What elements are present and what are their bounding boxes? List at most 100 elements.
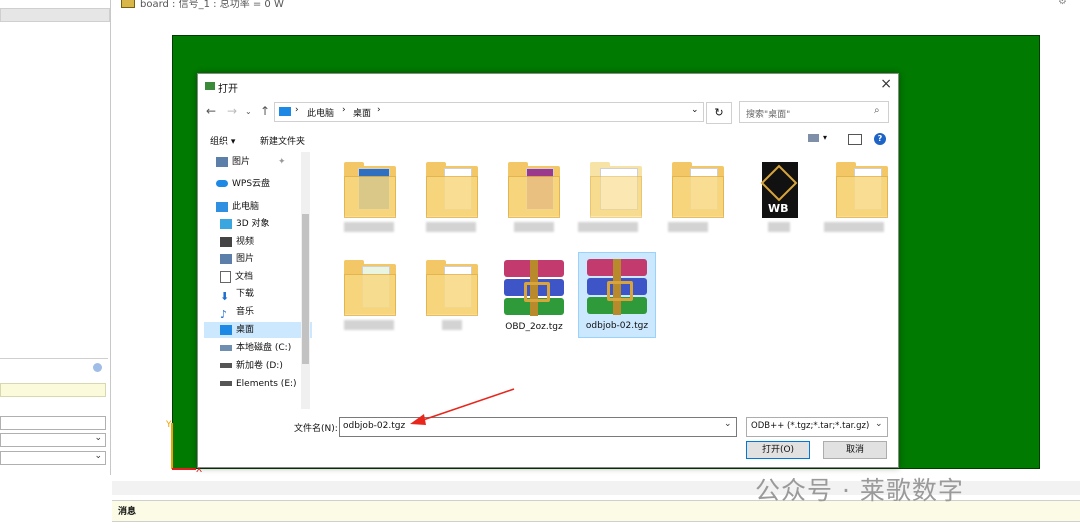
file-item[interactable]: WB: [742, 156, 818, 240]
cloud-icon: [216, 180, 228, 187]
drive-icon: [220, 344, 232, 351]
message-label: 消息: [118, 507, 137, 517]
chevron-down-icon[interactable]: ⌄: [724, 419, 732, 429]
nav-item-pictures[interactable]: 图片 ✦: [216, 154, 312, 170]
svg-text:Y: Y: [165, 420, 172, 430]
computer-icon: [279, 107, 291, 116]
chevron-down-icon[interactable]: ▾: [823, 133, 827, 142]
property-dropdown-2[interactable]: ⌄: [0, 451, 106, 465]
folder-icon: [426, 162, 478, 218]
property-dropdown-1[interactable]: ⌄: [0, 433, 106, 447]
filetype-value: ODB++ (*.tgz;*.tar;*.tar.gz): [751, 421, 870, 431]
board-icon: [121, 0, 135, 8]
folder-icon: [836, 162, 888, 218]
folder-icon: [344, 162, 396, 218]
blurred-label: [344, 222, 394, 232]
folder-icon: [426, 260, 478, 316]
drive-icon: [220, 381, 232, 386]
blurred-label: [344, 320, 394, 330]
property-input[interactable]: [0, 416, 106, 430]
folder-icon: [672, 162, 724, 218]
filename-label: 文件名(N):: [294, 424, 338, 434]
dialog-toolbar: 组织 ▾ 新建文件夹 ▾ ?: [198, 130, 898, 150]
winrar-archive-icon: [504, 260, 564, 316]
document-icon: [220, 270, 231, 283]
app-icon: [205, 82, 215, 90]
chevron-down-icon[interactable]: ⌄: [691, 105, 699, 115]
window-controls-icon[interactable]: ⚙: [1058, 0, 1067, 7]
download-icon: ⬇: [220, 289, 230, 303]
blurred-label: [442, 320, 462, 330]
help-icon[interactable]: [93, 363, 102, 372]
left-panel: ⌄ ⌄: [0, 0, 111, 475]
chevron-down-icon[interactable]: ⌄: [875, 419, 883, 429]
desktop-icon: [220, 324, 232, 335]
new-folder-button[interactable]: 新建文件夹: [260, 134, 305, 147]
file-grid: WB OBD_2oz.tgz odbjob-02.tgz: [328, 156, 896, 406]
folder-icon: [344, 260, 396, 316]
breadcrumb-item[interactable]: 桌面: [353, 106, 371, 119]
nav-scrollbar-thumb[interactable]: [302, 214, 309, 364]
application-icon: WB: [760, 162, 798, 218]
file-name: OBD_2oz.tgz: [505, 322, 563, 332]
pictures-icon: [216, 156, 228, 167]
property-field[interactable]: [0, 383, 106, 397]
blurred-label: [668, 222, 708, 232]
forward-icon[interactable]: →: [227, 104, 237, 118]
back-icon[interactable]: ←: [206, 104, 216, 118]
organize-button[interactable]: 组织 ▾: [210, 134, 235, 147]
archive-item[interactable]: OBD_2oz.tgz: [496, 254, 572, 338]
preview-pane-icon[interactable]: [848, 134, 862, 145]
help-icon[interactable]: ?: [874, 133, 886, 145]
up-icon[interactable]: ↑: [260, 104, 270, 118]
folder-item[interactable]: [332, 156, 408, 240]
drive-icon: [220, 363, 232, 368]
open-button[interactable]: 打开(O): [746, 441, 810, 459]
dialog-title: 打开: [218, 84, 238, 95]
folder-item[interactable]: [824, 156, 900, 240]
recent-dropdown-icon[interactable]: ⌄: [245, 107, 252, 116]
folder-item[interactable]: [496, 156, 572, 240]
nav-item-wps-cloud[interactable]: WPS云盘: [216, 176, 312, 192]
search-placeholder: 搜索"桌面": [746, 110, 791, 120]
cancel-button[interactable]: 取消: [823, 441, 887, 459]
annotation-arrow: [410, 388, 515, 425]
winrar-archive-icon: [587, 259, 647, 315]
open-file-dialog: 打开 × ← → ⌄ ↑ › 此电脑 › 桌面 › ⌄ ↻ 搜索"桌面" ⌕ 组…: [197, 73, 899, 468]
folder-icon: [508, 162, 560, 218]
pictures-icon: [220, 253, 232, 264]
close-icon[interactable]: ×: [880, 76, 892, 92]
video-icon: [220, 236, 232, 247]
archive-item-selected[interactable]: odbjob-02.tgz: [578, 252, 656, 338]
search-input[interactable]: 搜索"桌面" ⌕: [739, 101, 889, 123]
chevron-down-icon: ⌄: [94, 433, 102, 443]
filename-value: odbjob-02.tgz: [343, 421, 406, 431]
folder-item[interactable]: [332, 254, 408, 338]
file-name: odbjob-02.tgz: [585, 321, 649, 331]
address-bar[interactable]: › 此电脑 › 桌面 › ⌄: [274, 102, 704, 122]
watermark: 公众号 · 莱歌数字: [755, 476, 964, 505]
left-panel-header: [0, 8, 110, 22]
folder-item[interactable]: [578, 156, 654, 240]
breadcrumb-item[interactable]: 此电脑: [307, 106, 334, 119]
board-title: board : 信号_1 : 总功率 = 0 W: [140, 0, 284, 10]
blurred-label: [578, 222, 638, 232]
pin-icon: ✦: [278, 157, 286, 167]
blurred-label: [768, 222, 790, 232]
folder-item[interactable]: [660, 156, 736, 240]
divider: [0, 358, 108, 359]
search-icon: ⌕: [874, 105, 880, 116]
view-options-icon[interactable]: [808, 134, 819, 142]
nav-item-this-pc[interactable]: 此电脑: [216, 199, 312, 215]
navigation-pane: 图片 ✦ WPS云盘 此电脑 3D 对象 视频 图片 文档 ⬇ 下载 ♪ 音乐 桌面 …: [198, 154, 312, 409]
music-icon: ♪: [220, 307, 228, 321]
refresh-icon[interactable]: ↻: [706, 102, 732, 124]
nav-item-desktop[interactable]: 桌面: [204, 322, 312, 338]
folder-item[interactable]: [414, 156, 490, 240]
3d-objects-icon: [220, 218, 232, 229]
blurred-label: [426, 222, 476, 232]
folder-icon: [590, 162, 642, 218]
blurred-label: [824, 222, 884, 232]
folder-item[interactable]: [414, 254, 490, 338]
computer-icon: [216, 201, 228, 212]
